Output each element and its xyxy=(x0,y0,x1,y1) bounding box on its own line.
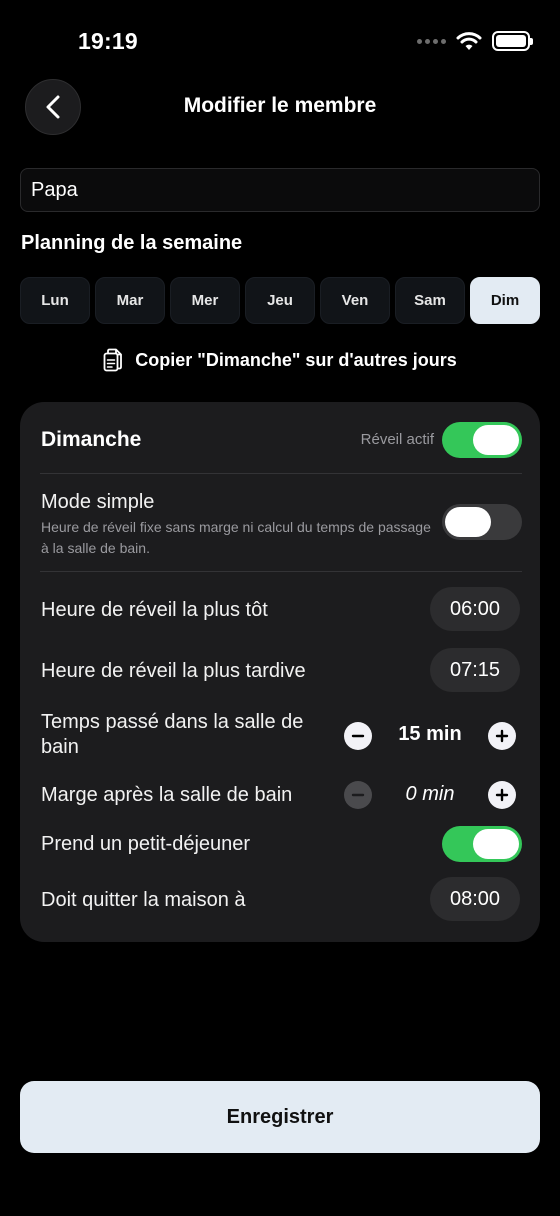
plus-icon xyxy=(495,788,509,802)
bathroom-time-increment-button[interactable] xyxy=(488,722,516,750)
save-button[interactable]: Enregistrer xyxy=(20,1081,540,1153)
breakfast-toggle[interactable] xyxy=(442,826,522,862)
bathroom-margin-value: 0 min xyxy=(405,783,455,805)
plus-icon xyxy=(495,729,509,743)
page-title: Modifier le membre xyxy=(183,94,377,117)
signal-icon xyxy=(417,38,446,44)
simple-mode-toggle[interactable] xyxy=(442,504,522,540)
member-name-input[interactable] xyxy=(20,168,540,212)
alarm-active-toggle[interactable] xyxy=(442,422,522,458)
minus-icon xyxy=(351,734,365,738)
battery-icon xyxy=(492,31,533,51)
copy-day-button[interactable]: Copier "Dimanche" sur d'autres jours xyxy=(0,348,560,372)
leave-time-label: Doit quitter la maison à xyxy=(41,889,246,911)
breakfast-label: Prend un petit-déjeuner xyxy=(41,833,251,855)
day-tabs: Lun Mar Mer Jeu Ven Sam Dim xyxy=(20,277,540,324)
tab-day-jeu[interactable]: Jeu xyxy=(245,277,315,324)
copy-day-label: Copier "Dimanche" sur d'autres jours xyxy=(135,349,457,370)
bathroom-margin-label: Marge après la salle de bain xyxy=(41,784,293,806)
latest-wake-time[interactable]: 07:15 xyxy=(430,648,520,692)
simple-mode-description: Heure de réveil fixe sans marge ni calcu… xyxy=(41,519,431,556)
screen: 19:19 Modifier le membre Planning de la … xyxy=(0,0,560,1216)
tab-day-sam[interactable]: Sam xyxy=(395,277,465,324)
bathroom-margin-increment-button[interactable] xyxy=(488,781,516,809)
alarm-active-label: Réveil actif xyxy=(360,431,434,448)
card-title: Dimanche xyxy=(41,428,142,451)
status-icons xyxy=(417,30,533,52)
copy-icon xyxy=(103,348,123,372)
tab-day-ven[interactable]: Ven xyxy=(320,277,390,324)
tab-day-dim[interactable]: Dim xyxy=(470,277,540,324)
status-time: 19:19 xyxy=(78,28,138,54)
leave-time-value[interactable]: 08:00 xyxy=(430,877,520,921)
divider xyxy=(40,473,522,474)
wifi-icon xyxy=(456,32,482,50)
tab-day-lun[interactable]: Lun xyxy=(20,277,90,324)
minus-icon xyxy=(351,793,365,797)
tab-day-mar[interactable]: Mar xyxy=(95,277,165,324)
bathroom-time-label: Temps passé dans la salle de bain xyxy=(41,711,304,758)
bathroom-time-decrement-button[interactable] xyxy=(344,722,372,750)
section-title: Planning de la semaine xyxy=(21,232,243,254)
latest-wake-label: Heure de réveil la plus tardive xyxy=(41,660,306,682)
divider xyxy=(40,571,522,572)
earliest-wake-label: Heure de réveil la plus tôt xyxy=(41,599,268,621)
bathroom-margin-decrement-button[interactable] xyxy=(344,781,372,809)
simple-mode-label: Mode simple xyxy=(41,491,155,513)
day-settings-card: Dimanche Réveil actif Mode simple Heure … xyxy=(20,402,540,942)
bathroom-time-value: 15 min xyxy=(398,723,462,745)
tab-day-mer[interactable]: Mer xyxy=(170,277,240,324)
earliest-wake-time[interactable]: 06:00 xyxy=(430,587,520,631)
